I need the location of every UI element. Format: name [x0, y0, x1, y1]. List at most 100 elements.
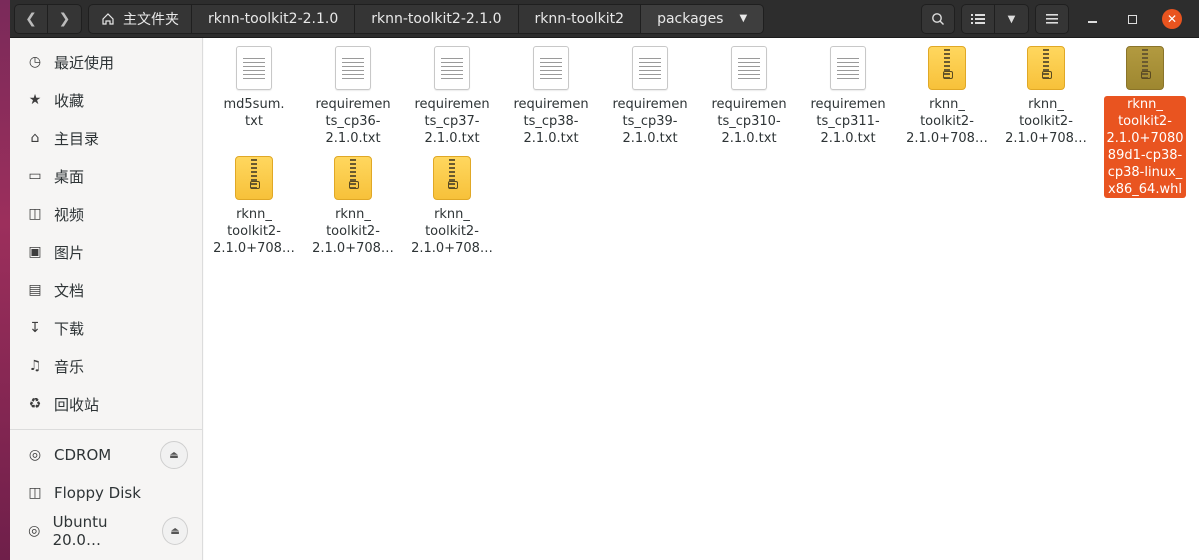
archive-file-item[interactable]: rknn_ toolkit2- 2.1.0+708…: [404, 156, 500, 257]
search-icon: [932, 13, 944, 25]
text-file-item[interactable]: requiremen ts_cp37- 2.1.0.txt: [404, 46, 500, 147]
trash-icon: ♻: [28, 396, 42, 412]
maximize-icon: [1127, 14, 1137, 24]
sidebar-item-recent[interactable]: ◷ 最近使用: [10, 43, 202, 81]
breadcrumb-label: 主文件夹: [123, 11, 179, 28]
sidebar-item-label: Ubuntu 20.0…: [52, 513, 108, 549]
sidebar-item-pictures[interactable]: ▣ 图片: [10, 233, 202, 271]
text-line: [342, 57, 364, 59]
file-name: requiremen ts_cp310- 2.1.0.txt: [711, 97, 787, 146]
text-file-item[interactable]: requiremen ts_cp38- 2.1.0.txt: [503, 46, 599, 147]
sidebar-item-ubuntu[interactable]: ◎ Ubuntu 20.0… ⏏: [10, 512, 202, 550]
text-file-item[interactable]: requiremen ts_cp39- 2.1.0.txt: [602, 46, 698, 147]
archive-file-item[interactable]: rknn_ toolkit2- 2.1.0+7080 89d1-cp38- cp38-l…: [1097, 46, 1193, 198]
back-button[interactable]: ❮: [14, 3, 48, 34]
video-icon: ◫: [28, 206, 42, 222]
text-file-icon: [335, 46, 371, 90]
eject-button[interactable]: ⏏: [162, 517, 189, 545]
text-line: [441, 61, 463, 63]
header-bar: ❮ ❯ 主文件夹 rknn-toolkit2-2.1.0 rknn-toolki…: [10, 0, 1199, 38]
sidebar-item-home[interactable]: ⌂ 主目录: [10, 119, 202, 157]
zipper-tag: [349, 181, 359, 189]
text-line: [540, 69, 562, 71]
text-file-item[interactable]: requiremen ts_cp310- 2.1.0.txt: [701, 46, 797, 147]
file-name: requiremen ts_cp38- 2.1.0.txt: [513, 97, 589, 146]
archive-icon: [433, 156, 471, 200]
sidebar-item-label: 收藏: [54, 91, 85, 110]
maximize-button[interactable]: [1115, 4, 1149, 34]
breadcrumb-item[interactable]: rknn-toolkit2-2.1.0: [192, 3, 356, 34]
text-file-item[interactable]: requiremen ts_cp36- 2.1.0.txt: [305, 46, 401, 147]
search-button[interactable]: [921, 4, 955, 34]
minimize-button[interactable]: [1075, 4, 1109, 34]
sidebar-item-starred[interactable]: ★ 收藏: [10, 81, 202, 119]
text-line: [639, 57, 661, 59]
text-line: [342, 73, 364, 75]
text-file-icon: [434, 46, 470, 90]
zipper-tag: [943, 71, 953, 79]
sidebar-item-label: 回收站: [54, 395, 100, 414]
text-line: [540, 77, 562, 79]
text-line: [540, 61, 562, 63]
text-line: [837, 65, 859, 67]
archive-file-item[interactable]: rknn_ toolkit2- 2.1.0+708…: [305, 156, 401, 257]
text-line: [243, 65, 265, 67]
text-line: [342, 69, 364, 71]
clock-icon: ◷: [28, 54, 42, 70]
view-options-button[interactable]: ▼: [995, 4, 1029, 34]
file-name: requiremen ts_cp36- 2.1.0.txt: [315, 97, 391, 146]
sidebar-item-floppy[interactable]: ◫ Floppy Disk: [10, 474, 202, 512]
sidebar-item-label: 图片: [54, 243, 85, 262]
archive-file-item[interactable]: rknn_ toolkit2- 2.1.0+708…: [998, 46, 1094, 147]
sidebar-item-trash[interactable]: ♻ 回收站: [10, 385, 202, 423]
text-file-item[interactable]: requiremen ts_cp311- 2.1.0.txt: [800, 46, 896, 147]
file-name: rknn_ toolkit2- 2.1.0+7080 89d1-cp38- cp38-l…: [1104, 96, 1186, 198]
archive-file-item[interactable]: rknn_ toolkit2- 2.1.0+708…: [899, 46, 995, 147]
breadcrumb-label: packages: [657, 10, 724, 27]
text-line: [342, 61, 364, 63]
text-file-item[interactable]: md5sum. txt: [206, 46, 302, 130]
image-icon: ▣: [28, 244, 42, 260]
breadcrumb-home[interactable]: 主文件夹: [88, 3, 192, 34]
file-view: md5sum. txt requiremen ts_cp36- 2.1.0.txt req…: [204, 38, 1199, 560]
text-line: [837, 61, 859, 63]
sidebar-item-cdrom[interactable]: ◎ CDROM ⏏: [10, 436, 202, 474]
sidebar-item-label: 视频: [54, 205, 85, 224]
archive-file-item[interactable]: rknn_ toolkit2- 2.1.0+708…: [206, 156, 302, 257]
list-view-button[interactable]: [961, 4, 995, 34]
home-icon: [102, 12, 114, 25]
breadcrumb-item[interactable]: rknn-toolkit2: [518, 3, 642, 34]
text-line: [738, 77, 760, 79]
breadcrumb-item[interactable]: rknn-toolkit2-2.1.0: [355, 3, 519, 34]
header-tools: ▼ ✕: [921, 4, 1189, 34]
sidebar-item-music[interactable]: ♫ 音乐: [10, 347, 202, 385]
minimize-icon: [1087, 21, 1097, 23]
sidebar-item-downloads[interactable]: ↧ 下载: [10, 309, 202, 347]
sidebar-item-videos[interactable]: ◫ 视频: [10, 195, 202, 233]
file-name: requiremen ts_cp39- 2.1.0.txt: [612, 97, 688, 146]
sidebar-item-documents[interactable]: ▤ 文档: [10, 271, 202, 309]
file-name: rknn_ toolkit2- 2.1.0+708…: [906, 97, 988, 146]
eject-button[interactable]: ⏏: [160, 441, 188, 469]
text-line: [837, 77, 859, 79]
archive-icon: [1126, 46, 1164, 90]
text-line: [540, 73, 562, 75]
sidebar-item-label: 音乐: [54, 357, 85, 376]
file-name: rknn_ toolkit2- 2.1.0+708…: [411, 207, 493, 256]
view-toggle-group: ▼: [961, 4, 1029, 34]
navigation-buttons: ❮ ❯: [14, 3, 82, 34]
text-file-icon: [533, 46, 569, 90]
forward-button[interactable]: ❯: [48, 3, 82, 34]
list-view-icon: [971, 14, 985, 24]
sidebar-item-desktop[interactable]: ▭ 桌面: [10, 157, 202, 195]
desktop-wallpaper: [0, 0, 10, 560]
file-name: rknn_ toolkit2- 2.1.0+708…: [1005, 97, 1087, 146]
text-line: [639, 61, 661, 63]
archive-icon: [1027, 46, 1065, 90]
text-line: [243, 57, 265, 59]
dropdown-arrow-icon: ▼: [739, 13, 748, 24]
breadcrumb-current[interactable]: packages ▼: [641, 3, 765, 34]
hamburger-menu-icon: [1046, 14, 1058, 24]
menu-button[interactable]: [1035, 4, 1069, 34]
close-button[interactable]: ✕: [1155, 4, 1189, 34]
